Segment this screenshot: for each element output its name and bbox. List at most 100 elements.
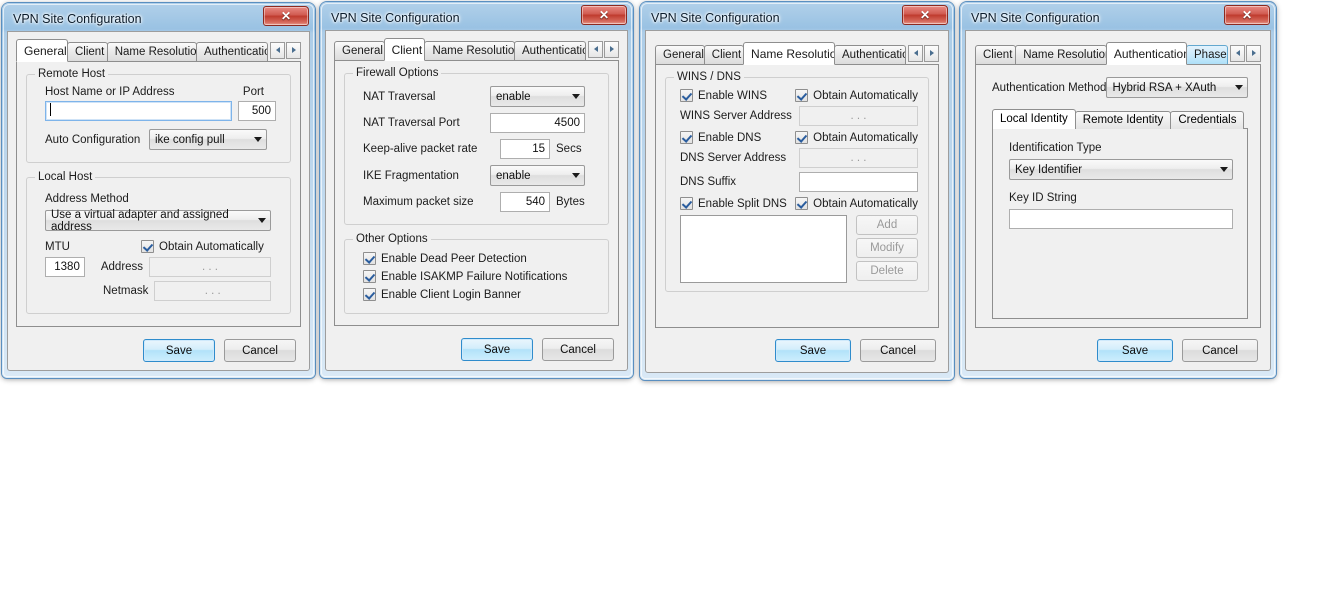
- tab-name-resolution[interactable]: Name Resolution: [743, 42, 835, 65]
- client-area: General Client Name Resolution Authentic…: [645, 30, 949, 373]
- tab-authentication[interactable]: Authentication: [1105, 42, 1187, 65]
- dns-suffix-input[interactable]: [798, 172, 918, 192]
- keepalive-rate-input[interactable]: 15: [500, 139, 550, 159]
- group-other-options: Other Options Enable Dead Peer Detection…: [344, 233, 609, 314]
- chevron-right-icon[interactable]: [1246, 44, 1261, 62]
- chevron-left-icon[interactable]: [588, 40, 603, 58]
- titlebar[interactable]: VPN Site Configuration ✕: [325, 5, 628, 30]
- save-button[interactable]: Save: [461, 338, 533, 361]
- mtu-obtain-automatically-checkbox[interactable]: Obtain Automatically: [141, 240, 271, 253]
- chevron-left-icon[interactable]: [270, 41, 285, 59]
- tabstrip: General Client Name Resolution Authentic…: [655, 42, 939, 65]
- tab-authentication[interactable]: Authentication: [834, 45, 906, 64]
- save-button[interactable]: Save: [775, 339, 851, 362]
- address-method-select[interactable]: Use a virtual adapter and assigned addre…: [45, 209, 271, 233]
- group-local-host: Local Host Address Method Use a virtual …: [26, 171, 291, 314]
- ike-fragmentation-label: IKE Fragmentation: [363, 169, 459, 182]
- enable-split-dns-checkbox[interactable]: Enable Split DNS: [680, 197, 795, 210]
- max-packet-size-input[interactable]: 540: [500, 192, 550, 212]
- tab-general[interactable]: General: [16, 39, 68, 62]
- tab-phase[interactable]: Phase: [1186, 45, 1228, 64]
- window-authentication[interactable]: VPN Site Configuration ✕ Client Name Res…: [960, 2, 1276, 378]
- port-input[interactable]: 500: [238, 101, 276, 121]
- add-button[interactable]: Add: [856, 215, 918, 235]
- split-dns-listbox[interactable]: [680, 215, 847, 283]
- tab-scroll-buttons: [907, 44, 939, 62]
- tab-general[interactable]: General: [334, 41, 385, 60]
- tab-name-resolution[interactable]: Name Resolution: [424, 41, 515, 60]
- identification-type-select[interactable]: Key Identifier: [1009, 159, 1233, 180]
- close-icon[interactable]: ✕: [902, 5, 948, 25]
- close-icon[interactable]: ✕: [263, 6, 309, 26]
- wins-obtain-automatically-checkbox[interactable]: Obtain Automatically: [795, 89, 918, 102]
- checkbox-icon: [680, 197, 693, 210]
- enable-wins-checkbox[interactable]: Enable WINS: [680, 89, 795, 102]
- cancel-button[interactable]: Cancel: [224, 339, 296, 362]
- tab-scroll-buttons: [1229, 44, 1261, 62]
- client-area: General Client Name Resolution Authentic…: [7, 31, 310, 371]
- delete-button[interactable]: Delete: [856, 261, 918, 281]
- checkbox-icon: [795, 89, 809, 102]
- tab-client[interactable]: Client: [975, 45, 1017, 64]
- netmask-input: . . .: [154, 281, 271, 301]
- host-name-input[interactable]: [45, 101, 232, 121]
- tab-name-resolution[interactable]: Name Resolution: [1015, 45, 1107, 64]
- tabstrip: General Client Name Resolution Authentic…: [16, 39, 301, 62]
- inner-tab-local-identity[interactable]: Local Identity: [992, 109, 1076, 129]
- tab-authentication[interactable]: Authentication: [196, 42, 268, 61]
- checkbox-icon: [795, 131, 809, 144]
- chevron-down-icon: [572, 173, 580, 178]
- tab-client[interactable]: Client: [383, 38, 426, 61]
- titlebar[interactable]: VPN Site Configuration ✕: [7, 6, 310, 31]
- split-dns-obtain-automatically-checkbox[interactable]: Obtain Automatically: [795, 197, 918, 210]
- dialog-buttons: Save Cancel: [975, 339, 1261, 362]
- max-packet-size-unit: Bytes: [556, 196, 585, 208]
- chevron-left-icon[interactable]: [1230, 44, 1245, 62]
- enable-client-login-banner-checkbox[interactable]: Enable Client Login Banner: [355, 283, 598, 303]
- group-title: Other Options: [353, 233, 431, 245]
- window-client[interactable]: VPN Site Configuration ✕ General Client …: [320, 2, 633, 378]
- dns-suffix-label: DNS Suffix: [680, 176, 737, 188]
- tab-authentication[interactable]: Authentication: [514, 41, 586, 60]
- nat-traversal-select[interactable]: enable: [490, 86, 585, 107]
- enable-dns-checkbox[interactable]: Enable DNS: [680, 131, 795, 144]
- inner-tab-credentials[interactable]: Credentials: [1170, 111, 1245, 129]
- key-id-string-input[interactable]: [1009, 209, 1233, 229]
- cancel-button[interactable]: Cancel: [1182, 339, 1258, 362]
- address-label: Address: [100, 261, 144, 273]
- chevron-right-icon[interactable]: [924, 44, 939, 62]
- authentication-method-select[interactable]: Hybrid RSA + XAuth: [1106, 77, 1248, 98]
- modify-button[interactable]: Modify: [856, 238, 918, 258]
- enable-isakmp-failure-notifications-checkbox[interactable]: Enable ISAKMP Failure Notifications: [355, 265, 598, 283]
- cancel-button[interactable]: Cancel: [860, 339, 936, 362]
- auto-configuration-select[interactable]: ike config pull: [149, 129, 267, 150]
- mtu-input[interactable]: 1380: [45, 257, 85, 277]
- save-button[interactable]: Save: [1097, 339, 1173, 362]
- window-name-resolution[interactable]: VPN Site Configuration ✕ General Client …: [640, 2, 954, 380]
- tab-scroll-buttons: [269, 41, 301, 59]
- tab-client[interactable]: Client: [66, 42, 108, 61]
- chevron-left-icon[interactable]: [908, 44, 923, 62]
- chevron-right-icon[interactable]: [286, 41, 301, 59]
- save-button[interactable]: Save: [143, 339, 215, 362]
- tab-client[interactable]: Client: [703, 45, 745, 64]
- ike-fragmentation-select[interactable]: enable: [490, 165, 585, 186]
- identity-tabstrip: Local Identity Remote Identity Credentia…: [992, 109, 1248, 129]
- titlebar[interactable]: VPN Site Configuration ✕: [965, 5, 1271, 30]
- dns-obtain-automatically-checkbox[interactable]: Obtain Automatically: [795, 131, 918, 144]
- tab-name-resolution[interactable]: Name Resolution: [106, 42, 197, 61]
- titlebar[interactable]: VPN Site Configuration ✕: [645, 5, 949, 30]
- identification-type-label: Identification Type: [1009, 142, 1102, 154]
- inner-tab-remote-identity[interactable]: Remote Identity: [1074, 111, 1172, 129]
- window-general[interactable]: VPN Site Configuration ✕ General Client …: [2, 3, 315, 378]
- tab-scroll-buttons: [587, 40, 619, 58]
- chevron-right-icon[interactable]: [604, 40, 619, 58]
- close-icon[interactable]: ✕: [581, 5, 627, 25]
- nat-traversal-port-input[interactable]: 4500: [490, 113, 585, 133]
- close-icon[interactable]: ✕: [1224, 5, 1270, 25]
- checkbox-icon: [363, 252, 376, 265]
- tab-general[interactable]: General: [655, 45, 705, 64]
- cancel-button[interactable]: Cancel: [542, 338, 614, 361]
- tabstrip: Client Name Resolution Authentication Ph…: [975, 42, 1261, 65]
- enable-dead-peer-detection-checkbox[interactable]: Enable Dead Peer Detection: [355, 251, 598, 265]
